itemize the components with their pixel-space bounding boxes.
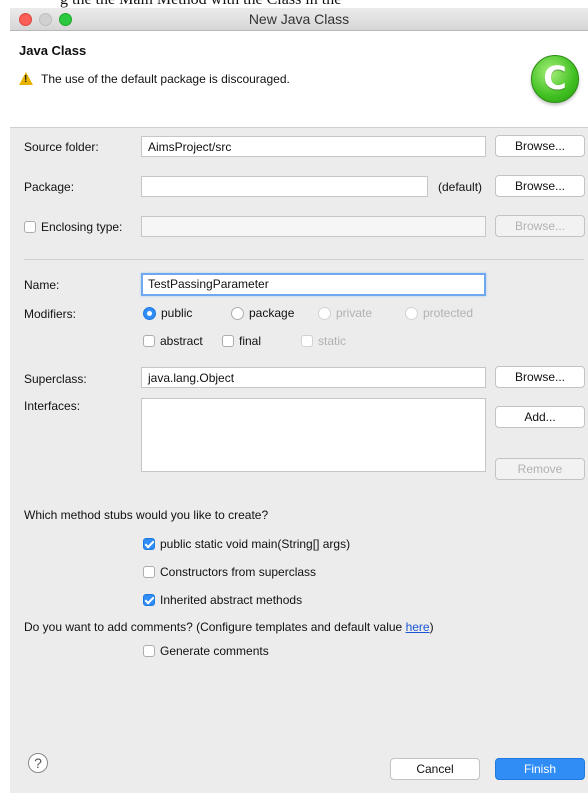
stub-constructors-label: Constructors from superclass bbox=[160, 565, 317, 579]
modifier-static-label: static bbox=[318, 334, 347, 348]
generate-comments-checkbox[interactable]: Generate comments bbox=[143, 644, 269, 658]
dialog-header: Java Class The use of the default packag… bbox=[10, 31, 588, 128]
superclass-browse-button[interactable]: Browse... bbox=[495, 366, 585, 388]
stub-main-label: public static void main(String[] args) bbox=[160, 537, 351, 551]
checkbox-checked-icon bbox=[143, 594, 155, 606]
source-folder-browse-button[interactable]: Browse... bbox=[495, 135, 585, 157]
cancel-button[interactable]: Cancel bbox=[390, 758, 480, 780]
modifier-private-radio[interactable]: private bbox=[318, 306, 372, 320]
method-stubs-question: Which method stubs would you like to cre… bbox=[24, 508, 269, 522]
enclosing-type-input[interactable] bbox=[141, 216, 486, 237]
title-bar: New Java Class bbox=[10, 8, 588, 31]
modifier-final-label: final bbox=[239, 334, 262, 348]
checkbox-icon bbox=[222, 335, 234, 347]
checkbox-checked-icon bbox=[143, 538, 155, 550]
window-title: New Java Class bbox=[248, 11, 350, 27]
source-folder-label: Source folder: bbox=[24, 140, 99, 154]
modifier-final-checkbox[interactable]: final bbox=[222, 334, 261, 348]
modifier-package-label: package bbox=[249, 306, 295, 320]
warning-icon bbox=[19, 72, 33, 85]
separator bbox=[24, 259, 584, 260]
checkbox-icon bbox=[301, 335, 313, 347]
modifier-public-label: public bbox=[161, 306, 193, 320]
radio-icon bbox=[405, 307, 418, 320]
stub-inherited-label: Inherited abstract methods bbox=[160, 593, 303, 607]
modifiers-label: Modifiers: bbox=[24, 307, 77, 321]
superclass-label: Superclass: bbox=[24, 372, 87, 386]
modifier-static-checkbox[interactable]: static bbox=[301, 334, 346, 348]
modifier-public-radio[interactable]: public bbox=[143, 306, 192, 320]
radio-selected-icon bbox=[143, 307, 156, 320]
interfaces-add-button[interactable]: Add... bbox=[495, 406, 585, 428]
modifier-protected-label: protected bbox=[423, 306, 474, 320]
stub-main-checkbox[interactable]: public static void main(String[] args) bbox=[143, 537, 350, 551]
modifier-private-label: private bbox=[336, 306, 373, 320]
package-browse-button[interactable]: Browse... bbox=[495, 175, 585, 197]
superclass-input[interactable]: java.lang.Object bbox=[141, 367, 486, 388]
header-message: The use of the default package is discou… bbox=[41, 72, 290, 86]
modifier-abstract-label: abstract bbox=[160, 334, 203, 348]
class-name-input[interactable]: TestPassingParameter bbox=[141, 273, 486, 296]
interfaces-list[interactable] bbox=[141, 398, 486, 472]
interfaces-remove-button[interactable]: Remove bbox=[495, 458, 585, 480]
comments-question-text: Do you want to add comments? (Configure … bbox=[24, 620, 406, 634]
background-text: g the the Main Method with the Class in … bbox=[60, 0, 341, 8]
header-title: Java Class bbox=[19, 43, 87, 58]
radio-icon bbox=[231, 307, 244, 320]
name-label: Name: bbox=[24, 278, 60, 292]
stub-inherited-checkbox[interactable]: Inherited abstract methods bbox=[143, 593, 302, 607]
stub-constructors-checkbox[interactable]: Constructors from superclass bbox=[143, 565, 316, 579]
package-label: Package: bbox=[24, 180, 75, 194]
configure-templates-link[interactable]: here bbox=[406, 620, 430, 634]
radio-icon bbox=[318, 307, 331, 320]
comments-question-end: ) bbox=[429, 620, 434, 634]
source-folder-input[interactable]: AimsProject/src bbox=[141, 136, 486, 157]
package-default-suffix: (default) bbox=[438, 180, 483, 194]
enclosing-type-label: Enclosing type: bbox=[41, 220, 123, 234]
enclosing-type-browse-button[interactable]: Browse... bbox=[495, 215, 585, 237]
generate-comments-label: Generate comments bbox=[160, 644, 269, 658]
package-input[interactable] bbox=[141, 176, 428, 197]
checkbox-icon bbox=[143, 335, 155, 347]
enclosing-type-check-icon bbox=[24, 221, 36, 233]
logo-letter: C bbox=[543, 59, 567, 97]
modifier-abstract-checkbox[interactable]: abstract bbox=[143, 334, 203, 348]
checkbox-icon bbox=[143, 566, 155, 578]
enclosing-type-checkbox[interactable]: Enclosing type: bbox=[24, 220, 122, 234]
dialog-window: New Java Class Java Class The use of the… bbox=[10, 8, 588, 793]
modifier-package-radio[interactable]: package bbox=[231, 306, 294, 320]
java-class-logo-icon: C bbox=[531, 55, 579, 103]
help-icon[interactable]: ? bbox=[28, 753, 48, 773]
interfaces-label: Interfaces: bbox=[24, 399, 81, 413]
modifier-protected-radio[interactable]: protected bbox=[405, 306, 473, 320]
background-document-text: g the the Main Method with the Class in … bbox=[0, 0, 588, 8]
comments-question: Do you want to add comments? (Configure … bbox=[24, 620, 434, 634]
finish-button[interactable]: Finish bbox=[495, 758, 585, 780]
checkbox-icon bbox=[143, 645, 155, 657]
